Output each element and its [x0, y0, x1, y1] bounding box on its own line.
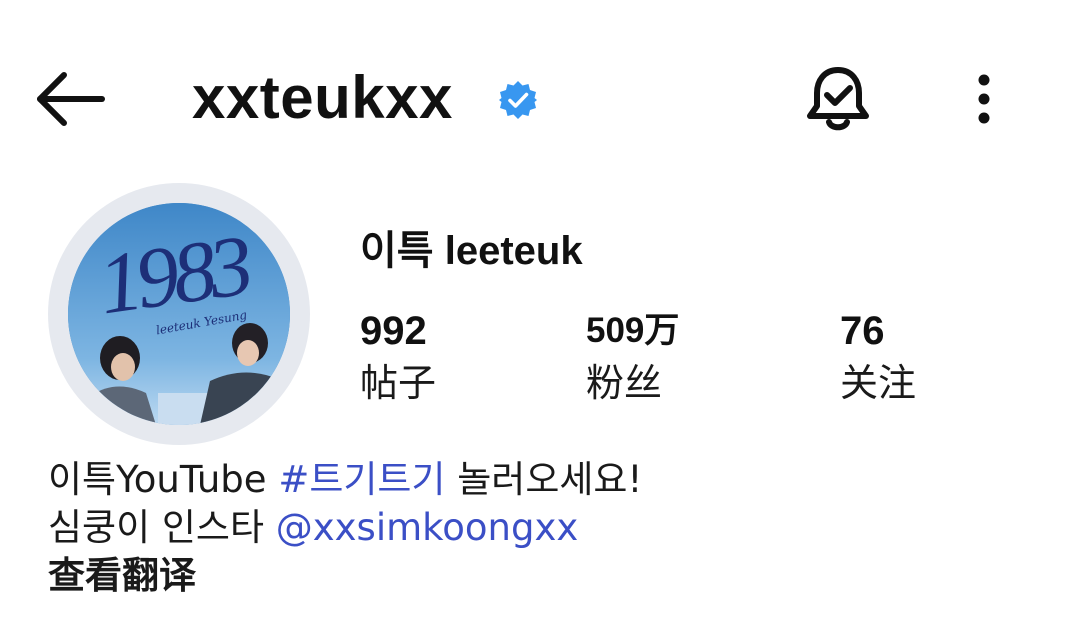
bio-line-1: 이특YouTube #트기트기 놀러오세요! — [48, 456, 1048, 504]
back-arrow-icon — [37, 72, 105, 126]
threads-handle-link[interactable]: @xxsimkoongxx — [276, 506, 579, 549]
see-translation-button[interactable]: 查看翻译 — [48, 552, 1048, 600]
more-vertical-icon — [978, 74, 990, 124]
following-stat[interactable]: 76 关注 — [840, 306, 916, 410]
profile-bio: 이특YouTube #트기트기 놀러오세요! 심쿵이 인스타 @xxsimkoo… — [48, 456, 1048, 600]
back-button[interactable] — [30, 64, 110, 134]
bio-text: 심쿵이 인스타 — [48, 506, 276, 549]
posts-count: 992 — [360, 309, 427, 353]
notifications-bell-button[interactable] — [802, 62, 874, 138]
profile-username: xxteukxx — [192, 64, 453, 131]
profile-header: xxteukxx — [0, 0, 1078, 200]
bio-line-2: 심쿵이 인스타 @xxsimkoongxx — [48, 504, 1048, 552]
followers-label: 粉丝 — [586, 361, 663, 405]
following-label: 关注 — [840, 361, 917, 405]
avatar-image: 1983 leeteuk Yesung — [68, 203, 290, 425]
bell-check-icon — [807, 67, 869, 131]
following-count: 76 — [840, 309, 885, 353]
followers-stat[interactable]: 509万 粉丝 — [586, 306, 679, 410]
followers-count: 509万 — [586, 311, 680, 350]
posts-stat[interactable]: 992 帖子 — [360, 306, 436, 410]
posts-label: 帖子 — [360, 361, 437, 405]
bio-text: 놀러오세요! — [445, 458, 643, 501]
verified-badge-icon — [499, 81, 537, 119]
profile-display-name: 이특 leeteuk — [360, 229, 583, 273]
profile-avatar-ring[interactable]: 1983 leeteuk Yesung — [48, 183, 310, 445]
threads-handle: xxsimkoongxx — [312, 506, 579, 549]
more-options-button[interactable] — [962, 70, 1006, 130]
bio-text: 이특YouTube — [48, 458, 279, 501]
avatar: 1983 leeteuk Yesung — [68, 203, 290, 425]
threads-icon: @ — [275, 506, 313, 549]
hashtag-link[interactable]: #트기트기 — [278, 458, 445, 501]
